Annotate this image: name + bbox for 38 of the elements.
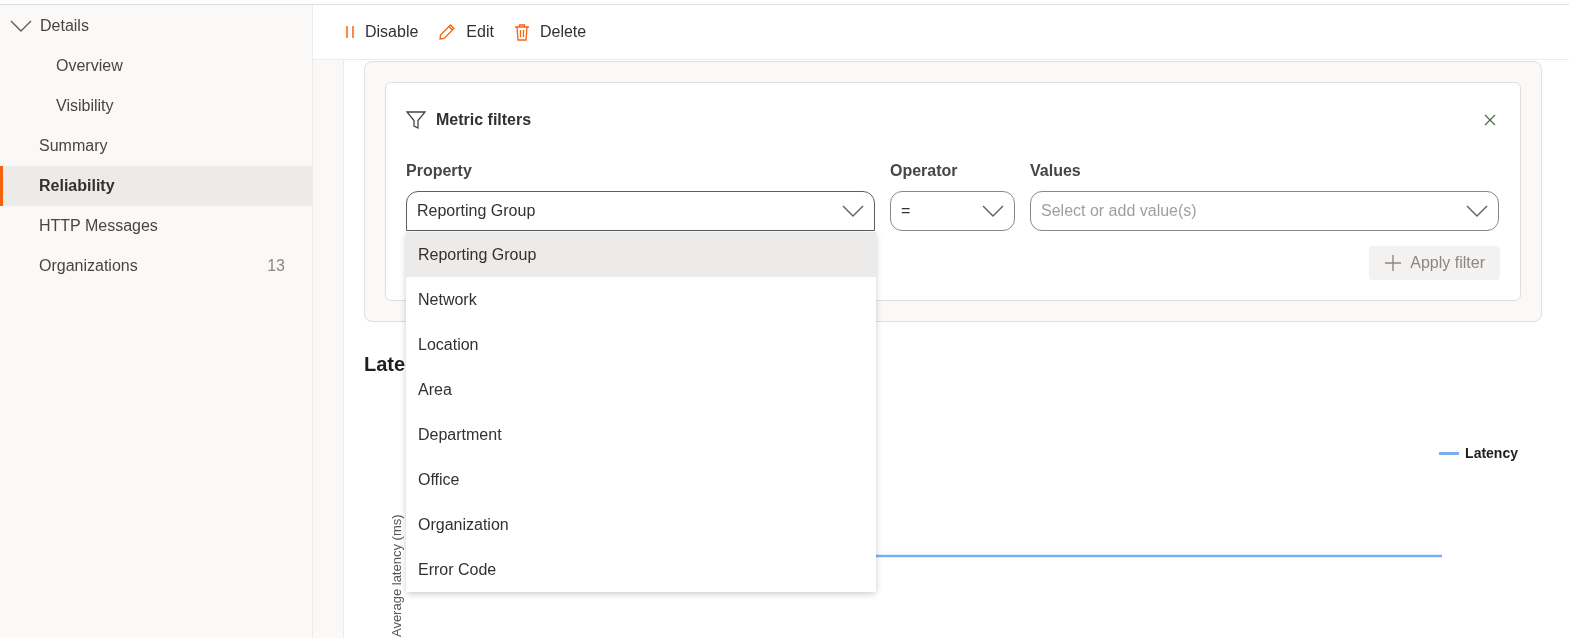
- sidebar-item[interactable]: Visibility: [0, 86, 312, 126]
- sidebar-item[interactable]: Summary: [0, 126, 312, 166]
- dropdown-option[interactable]: Organization: [406, 502, 876, 547]
- sidebar-group-label[interactable]: Details: [40, 14, 89, 38]
- sidebar-item[interactable]: Organizations 13: [0, 246, 312, 286]
- toolbar-button[interactable]: Disable: [345, 20, 419, 44]
- dropdown-field[interactable]: Reporting Group: [406, 191, 875, 231]
- dropdown-option[interactable]: Network: [406, 277, 876, 322]
- dropdown-option[interactable]: Area: [406, 367, 876, 412]
- legend-label: Latency: [1465, 444, 1518, 463]
- chevron-icon: [842, 204, 864, 218]
- dropdown-field[interactable]: =: [890, 191, 1015, 231]
- dropdown-option[interactable]: Reporting Group: [406, 232, 876, 277]
- toolbar-button[interactable]: Delete: [513, 20, 587, 44]
- trash-icon: [513, 23, 530, 41]
- section-title: Metric filters: [436, 110, 532, 130]
- sidebar-item[interactable]: Reliability: [0, 166, 312, 206]
- plus-icon: [1384, 254, 1403, 272]
- count-label: 13: [267, 256, 285, 276]
- toolbar-button[interactable]: Edit: [438, 20, 494, 44]
- chevron-icon: [982, 204, 1004, 218]
- dropdown-option[interactable]: Department: [406, 412, 876, 457]
- filter-icon: [406, 110, 426, 130]
- pencil-icon: [438, 23, 457, 41]
- sidebar-item[interactable]: HTTP Messages: [0, 206, 312, 246]
- chevron-icon[interactable]: [10, 19, 32, 33]
- pause-icon: [345, 25, 355, 39]
- chart-title: Late: [364, 352, 406, 377]
- dropdown-option[interactable]: Error Code: [406, 547, 876, 592]
- dropdown-option[interactable]: Office: [406, 457, 876, 502]
- field-label: Operator: [890, 161, 959, 181]
- field-label: Values: [1030, 161, 1082, 181]
- axis-label: Average latency (ms): [388, 513, 406, 638]
- dropdown-option[interactable]: Location: [406, 322, 876, 367]
- sidebar-item[interactable]: Overview: [0, 46, 312, 86]
- field-label: Property: [406, 161, 473, 181]
- chevron-icon: [1466, 204, 1488, 218]
- close-icon[interactable]: [1484, 114, 1496, 126]
